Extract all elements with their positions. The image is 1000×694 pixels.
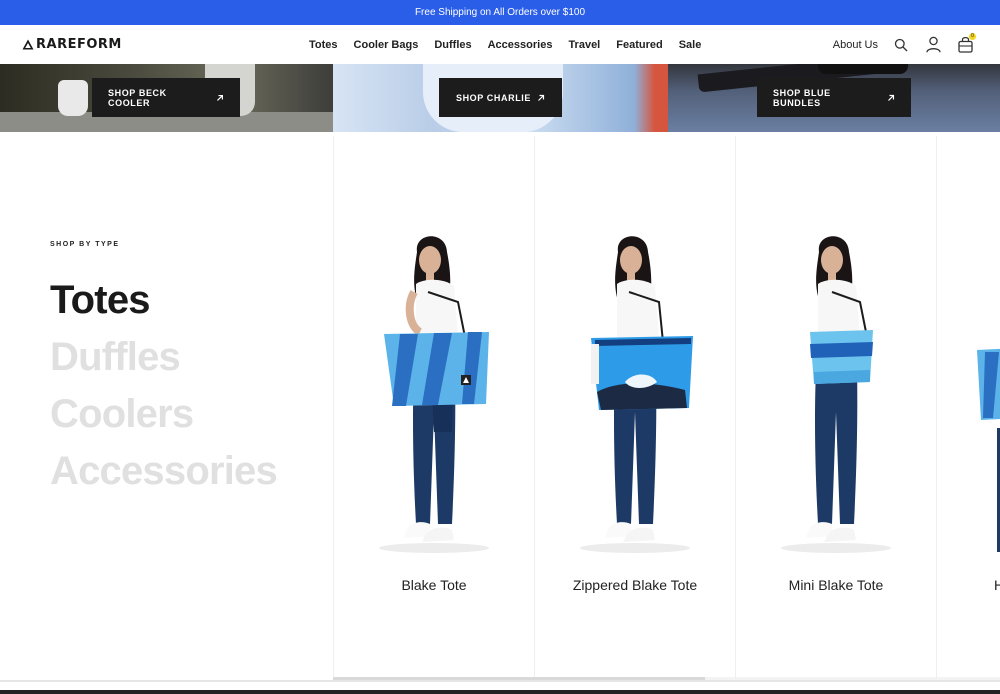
about-us-link[interactable]: About Us bbox=[833, 39, 878, 51]
nav-duffles[interactable]: Duffles bbox=[434, 39, 471, 51]
product-carousel: Blake Tote Zippered Blake Tote Mini Blak… bbox=[333, 136, 1000, 680]
type-selector: SHOP BY TYPE Totes Duffles Coolers Acces… bbox=[50, 132, 333, 680]
product-image bbox=[781, 236, 891, 553]
nav-cooler-bags[interactable]: Cooler Bags bbox=[354, 39, 419, 51]
hero-image-shoe bbox=[58, 80, 88, 116]
divider bbox=[0, 680, 1000, 682]
nav-featured[interactable]: Featured bbox=[616, 39, 662, 51]
promo-banner: Free Shipping on All Orders over $100 bbox=[0, 0, 1000, 25]
product-image bbox=[379, 236, 489, 553]
nav-totes[interactable]: Totes bbox=[309, 39, 338, 51]
product-image bbox=[580, 236, 693, 553]
type-coolers[interactable]: Coolers bbox=[50, 386, 277, 443]
account-icon[interactable] bbox=[924, 36, 942, 54]
section-eyebrow: SHOP BY TYPE bbox=[50, 241, 120, 248]
product-card-partial[interactable]: H bbox=[936, 136, 1000, 680]
promo-text: Free Shipping on All Orders over $100 bbox=[414, 7, 586, 18]
product-image bbox=[977, 348, 1000, 552]
type-totes[interactable]: Totes bbox=[50, 272, 277, 329]
header-actions: About Us 0 bbox=[833, 25, 976, 64]
hero-image-bag-strap bbox=[818, 64, 908, 74]
footer-edge bbox=[0, 690, 1000, 694]
product-name: Mini Blake Tote bbox=[788, 577, 884, 593]
logo-triangle-icon bbox=[22, 39, 34, 50]
hero-panel-blue-bundles: SHOP BLUE BUNDLES bbox=[668, 64, 1000, 132]
arrow-up-right-icon bbox=[888, 94, 895, 101]
hero-strip: SHOP BECK COOLER SHOP CHARLIE SHOP BLUE … bbox=[0, 64, 1000, 132]
arrow-up-right-icon bbox=[538, 94, 545, 101]
hero-panel-beck-cooler: SHOP BECK COOLER bbox=[0, 64, 333, 132]
brand-logo[interactable]: RAREFORM bbox=[22, 37, 122, 52]
nav-accessories[interactable]: Accessories bbox=[488, 39, 553, 51]
product-card-zippered-blake-tote[interactable]: Zippered Blake Tote bbox=[534, 136, 735, 680]
cart-count-badge: 0 bbox=[969, 32, 976, 40]
type-accessories[interactable]: Accessories bbox=[50, 443, 278, 500]
type-duffles[interactable]: Duffles bbox=[50, 329, 277, 386]
shop-button-label: SHOP BLUE BUNDLES bbox=[773, 87, 831, 108]
main-nav: Totes Cooler Bags Duffles Accessories Tr… bbox=[309, 25, 701, 64]
shop-button-label: SHOP CHARLIE bbox=[455, 92, 532, 103]
shop-button-label: SHOP BECK COOLER bbox=[108, 87, 167, 108]
shop-beck-cooler-button[interactable]: SHOP BECK COOLER bbox=[92, 78, 240, 117]
arrow-up-right-icon bbox=[217, 94, 224, 101]
shop-charlie-button[interactable]: SHOP CHARLIE bbox=[439, 78, 562, 117]
shop-by-type-section: SHOP BY TYPE Totes Duffles Coolers Acces… bbox=[0, 132, 1000, 680]
product-name: Blake Tote bbox=[401, 577, 467, 593]
product-card-mini-blake-tote[interactable]: Mini Blake Tote bbox=[735, 136, 936, 680]
cart-icon[interactable]: 0 bbox=[956, 32, 976, 54]
product-name: Zippered Blake Tote bbox=[572, 577, 698, 593]
nav-sale[interactable]: Sale bbox=[679, 39, 702, 51]
product-name: H bbox=[994, 577, 1000, 593]
brand-name: RAREFORM bbox=[36, 37, 122, 52]
hero-panel-charlie: SHOP CHARLIE bbox=[333, 64, 668, 132]
product-card-blake-tote[interactable]: Blake Tote bbox=[333, 136, 534, 680]
nav-travel[interactable]: Travel bbox=[568, 39, 600, 51]
shop-blue-bundles-button[interactable]: SHOP BLUE BUNDLES bbox=[757, 78, 911, 117]
type-list: Totes Duffles Coolers Accessories bbox=[50, 272, 278, 500]
search-icon[interactable] bbox=[892, 36, 910, 54]
site-header: RAREFORM Totes Cooler Bags Duffles Acces… bbox=[0, 25, 1000, 64]
